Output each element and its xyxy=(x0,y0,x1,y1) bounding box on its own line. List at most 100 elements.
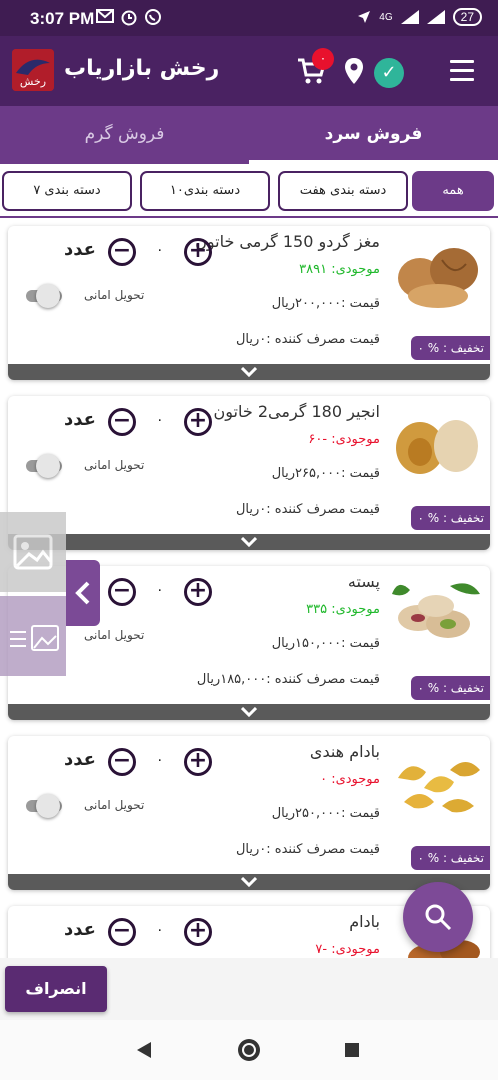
product-image-walnut xyxy=(398,248,478,308)
product-price: قیمت :۲۰۰,۰۰۰ریال xyxy=(271,296,380,311)
product-qty: ۰ xyxy=(156,752,164,768)
product-unit: عدد xyxy=(64,749,96,770)
product-name: بادام هندی xyxy=(309,742,380,761)
chevron-down-icon xyxy=(241,537,257,547)
svg-text:رخش: رخش xyxy=(20,75,46,88)
product-discount: تخفیف : % ۰ xyxy=(411,506,490,530)
status-bar: 3:07 PM 4G 27 xyxy=(0,0,498,36)
decrease-qty-button[interactable]: − xyxy=(108,578,136,606)
decrease-qty-button[interactable]: − xyxy=(108,408,136,436)
gallery-list-icon xyxy=(10,625,59,651)
status-notification-icons xyxy=(96,8,162,26)
product-card[interactable]: انجیر 180 گرمی2 خاتون موجودی: -۶۰ قیمت :… xyxy=(8,396,490,550)
product-discount: تخفیف : % ۰ xyxy=(411,676,490,700)
verified-check-icon[interactable]: ✓ xyxy=(374,58,404,88)
cancel-button[interactable]: انصراف xyxy=(5,966,107,1012)
product-price: قیمت :۲۶۵,۰۰۰ریال xyxy=(271,466,380,481)
delivery-toggle[interactable] xyxy=(22,454,66,478)
product-unit: عدد xyxy=(64,919,96,940)
product-discount: تخفیف : % ۰ xyxy=(411,846,490,870)
whatsapp-icon xyxy=(145,9,161,25)
product-name: انجیر 180 گرمی2 خاتون xyxy=(213,402,380,421)
decrease-qty-button[interactable]: − xyxy=(108,238,136,266)
location-pin-icon[interactable] xyxy=(342,56,366,86)
app-title: رخش بازاریاب xyxy=(64,56,220,81)
product-name: بادام xyxy=(349,912,380,931)
product-stock: موجودی: -۶۰ xyxy=(308,432,380,447)
app-header: رخش رخش بازاریاب ۰ ✓ xyxy=(0,36,498,106)
chevron-down-icon xyxy=(241,367,257,377)
back-icon[interactable] xyxy=(134,1040,154,1060)
product-stock: موجودی: ۳۳۵ xyxy=(306,602,380,617)
expand-bar[interactable] xyxy=(8,704,490,720)
product-price: قیمت :۱۵۰,۰۰۰ریال xyxy=(271,636,380,651)
home-icon[interactable] xyxy=(236,1037,262,1063)
product-qty: ۰ xyxy=(156,412,164,428)
signal-icon-2 xyxy=(426,10,445,24)
expand-bar[interactable] xyxy=(8,364,490,380)
product-stock: موجودی: -۷ xyxy=(315,942,380,957)
battery-level: 27 xyxy=(452,8,482,26)
product-card[interactable]: مغز گردو 150 گرمی خاتون موجودی: ۳۸۹۱ قیم… xyxy=(8,226,490,380)
increase-qty-button[interactable]: + xyxy=(184,408,212,436)
tab-cold-sale[interactable]: فروش سرد xyxy=(249,106,498,164)
cart-count-badge: ۰ xyxy=(312,48,334,70)
product-image-fig xyxy=(396,420,478,474)
chevron-down-icon xyxy=(241,877,257,887)
product-unit: عدد xyxy=(64,239,96,260)
product-consumer-price: قیمت مصرف کننده :۱۸۵,۰۰۰ریال xyxy=(196,672,380,687)
product-consumer-price: قیمت مصرف کننده :۰ریال xyxy=(235,502,380,517)
product-qty: ۰ xyxy=(156,242,164,258)
delivery-toggle[interactable] xyxy=(22,284,66,308)
product-name: پسته xyxy=(347,572,380,591)
decrease-qty-button[interactable]: − xyxy=(108,748,136,776)
delivery-label: تحویل امانی xyxy=(84,628,145,642)
search-icon xyxy=(425,904,452,931)
chevron-down-icon xyxy=(241,707,257,717)
product-unit: عدد xyxy=(64,409,96,430)
app-root: 3:07 PM 4G 27 رخش رخش بازاریاب ۰ ✓ فروش … xyxy=(0,0,498,1080)
increase-qty-button[interactable]: + xyxy=(184,578,212,606)
side-panel-handle[interactable] xyxy=(66,560,100,626)
expand-bar[interactable] xyxy=(8,534,490,550)
category-chip-all[interactable]: همه xyxy=(412,171,494,211)
gallery-view-button[interactable] xyxy=(0,596,66,676)
tab-hot-sale[interactable]: فروش گرم xyxy=(0,106,249,164)
gmail-icon xyxy=(96,9,114,23)
sale-tabs: فروش گرم فروش سرد xyxy=(0,106,498,164)
product-qty: ۰ xyxy=(156,922,164,938)
delivery-toggle[interactable] xyxy=(22,794,66,818)
category-chip-seven[interactable]: دسته بندی هفت xyxy=(278,171,408,211)
increase-qty-button[interactable]: + xyxy=(184,748,212,776)
delivery-label: تحویل امانی xyxy=(84,798,145,812)
app-logo: رخش xyxy=(12,49,54,91)
product-qty: ۰ xyxy=(156,582,164,598)
product-price: قیمت :۲۵۰,۰۰۰ریال xyxy=(271,806,380,821)
category-chip-ten[interactable]: دسته بندی۱۰ xyxy=(140,171,270,211)
product-discount: تخفیف : % ۰ xyxy=(411,336,490,360)
hamburger-menu-icon[interactable] xyxy=(450,60,474,82)
increase-qty-button[interactable]: + xyxy=(184,238,212,266)
product-card[interactable]: بادام هندی موجودی: ۰ قیمت :۲۵۰,۰۰۰ریال ق… xyxy=(8,736,490,890)
signal-icon xyxy=(400,10,419,24)
product-consumer-price: قیمت مصرف کننده :۰ریال xyxy=(235,842,380,857)
status-time: 3:07 PM xyxy=(30,9,95,28)
category-chip-7[interactable]: دسته بندی ۷ xyxy=(2,171,132,211)
delivery-label: تحویل امانی xyxy=(84,458,145,472)
product-stock: موجودی: ۳۸۹۱ xyxy=(299,262,380,277)
system-nav-bar xyxy=(0,1020,498,1080)
chevron-left-icon xyxy=(75,581,90,605)
image-icon xyxy=(13,534,53,570)
location-arrow-icon xyxy=(358,11,371,23)
product-stock: موجودی: ۰ xyxy=(320,772,380,787)
decrease-qty-button[interactable]: − xyxy=(108,918,136,946)
product-image-pistachio xyxy=(392,583,480,638)
image-toggle-button[interactable] xyxy=(0,512,66,592)
status-system-icons: 4G 27 xyxy=(357,8,482,26)
increase-qty-button[interactable]: + xyxy=(184,918,212,946)
search-fab-button[interactable] xyxy=(403,882,473,952)
product-consumer-price: قیمت مصرف کننده :۰ریال xyxy=(235,332,380,347)
network-type: 4G xyxy=(379,11,393,23)
recents-icon[interactable] xyxy=(343,1041,361,1059)
product-name: مغز گردو 150 گرمی خاتون xyxy=(195,232,380,251)
